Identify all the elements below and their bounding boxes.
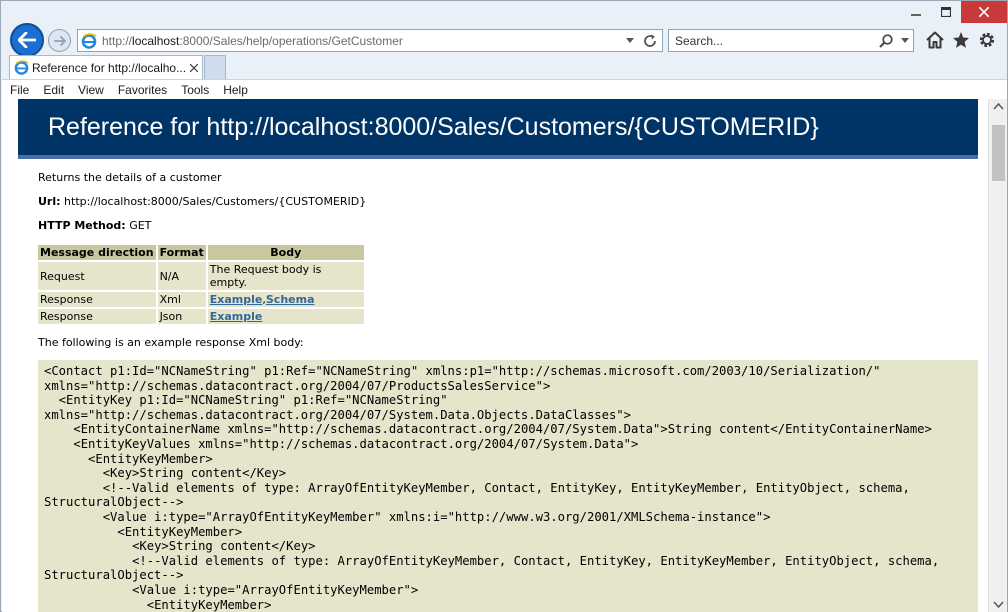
maximize-icon [941,7,951,17]
scroll-up-icon[interactable] [993,103,1004,110]
search-box[interactable] [668,29,914,52]
search-dropdown-button[interactable] [897,38,913,43]
scrollbar-thumb[interactable] [992,125,1005,181]
minimize-icon [911,14,921,16]
back-button[interactable] [10,23,44,57]
table-cell: Example,Schema [207,292,364,307]
search-input[interactable] [669,33,875,48]
page-viewport[interactable]: Reference for http://localhost:8000/Sale… [2,99,1007,612]
forward-button[interactable] [48,29,71,52]
refresh-button[interactable] [638,34,662,48]
page-banner: Reference for http://localhost:8000/Sale… [18,99,978,159]
table-row: Response Xml Example,Schema [38,292,364,307]
message-table: Message direction Format Body Request N/… [36,243,366,326]
vertical-scrollbar[interactable] [988,99,1007,612]
xml-schema-link[interactable]: Schema [266,293,315,306]
new-tab-button[interactable] [204,55,226,79]
json-example-link[interactable]: Example [210,310,263,323]
table-cell: Response [38,309,156,324]
tab-close-icon [190,63,198,72]
table-header-row: Message direction Format Body [38,245,364,260]
favorites-star-icon [953,32,969,48]
maximize-button[interactable] [931,1,961,23]
url-value: http://localhost:8000/Sales/Customers/{C… [64,195,367,208]
operation-description: Returns the details of a customer [38,171,222,184]
menu-favorites[interactable]: Favorites [118,83,167,97]
help-page: Reference for http://localhost:8000/Sale… [18,99,978,612]
active-tab[interactable]: Reference for http://localho... [9,55,203,79]
url-label: Url: [38,195,61,208]
table-cell: Json [157,309,206,324]
ie-logo-icon [78,30,100,51]
search-icon [879,33,893,48]
table-cell: Example [207,309,364,324]
url-line: Url: http://localhost:8000/Sales/Custome… [38,195,958,208]
scroll-down-icon[interactable] [993,601,1004,608]
favorites-button[interactable] [951,29,971,51]
forward-arrow-icon [53,35,66,46]
close-icon [979,7,989,17]
method-line: HTTP Method: GET [38,219,958,232]
menu-edit[interactable]: Edit [43,83,64,97]
menu-view[interactable]: View [78,83,104,97]
address-dropdown-button[interactable] [622,38,638,43]
home-icon [926,31,944,49]
settings-button[interactable] [977,29,997,51]
xml-example-body: <Contact p1:Id="NCNameString" p1:Ref="NC… [38,360,978,612]
refresh-icon [644,34,656,47]
method-label: HTTP Method: [38,219,126,232]
table-cell: Request [38,262,156,290]
address-url[interactable]: http://localhost:8000/Sales/help/operati… [100,34,622,48]
browser-tools [925,29,997,51]
ie-logo-icon [10,60,32,75]
address-bar[interactable]: http://localhost:8000/Sales/help/operati… [77,29,663,52]
menu-help[interactable]: Help [223,83,248,97]
url-path: :8000/Sales/help/operations/GetCustomer [179,33,403,48]
url-host: localhost [132,33,180,48]
page-content: Returns the details of a customer Url: h… [18,159,978,612]
back-arrow-icon [18,32,36,48]
page-title: Reference for http://localhost:8000/Sale… [48,112,819,141]
table-cell: The Request body is empty. [207,262,364,290]
tab-close-button[interactable] [186,63,202,72]
menu-bar: File Edit View Favorites Tools Help [2,79,1007,99]
method-value: GET [129,219,152,232]
column-header: Message direction [38,245,156,260]
table-cell: Xml [157,292,206,307]
column-header: Format [157,245,206,260]
minimize-button[interactable] [901,1,931,23]
dropdown-icon [901,38,909,43]
browser-window: http://localhost:8000/Sales/help/operati… [0,0,1008,612]
window-controls [901,1,1007,25]
settings-gear-icon [979,32,995,48]
table-cell: Response [38,292,156,307]
table-row: Response Json Example [38,309,364,324]
close-button[interactable] [961,1,1007,23]
xml-example-link[interactable]: Example [210,293,263,306]
search-button[interactable] [875,33,897,48]
table-row: Request N/A The Request body is empty. [38,262,364,290]
home-button[interactable] [925,29,945,51]
url-prefix: http:// [102,33,133,48]
tab-label: Reference for http://localho... [32,60,186,75]
column-header: Body [207,245,364,260]
menu-tools[interactable]: Tools [181,83,209,97]
menu-file[interactable]: File [10,83,29,97]
example-intro: The following is an example response Xml… [38,336,304,349]
dropdown-icon [626,38,634,43]
table-cell: N/A [157,262,206,290]
